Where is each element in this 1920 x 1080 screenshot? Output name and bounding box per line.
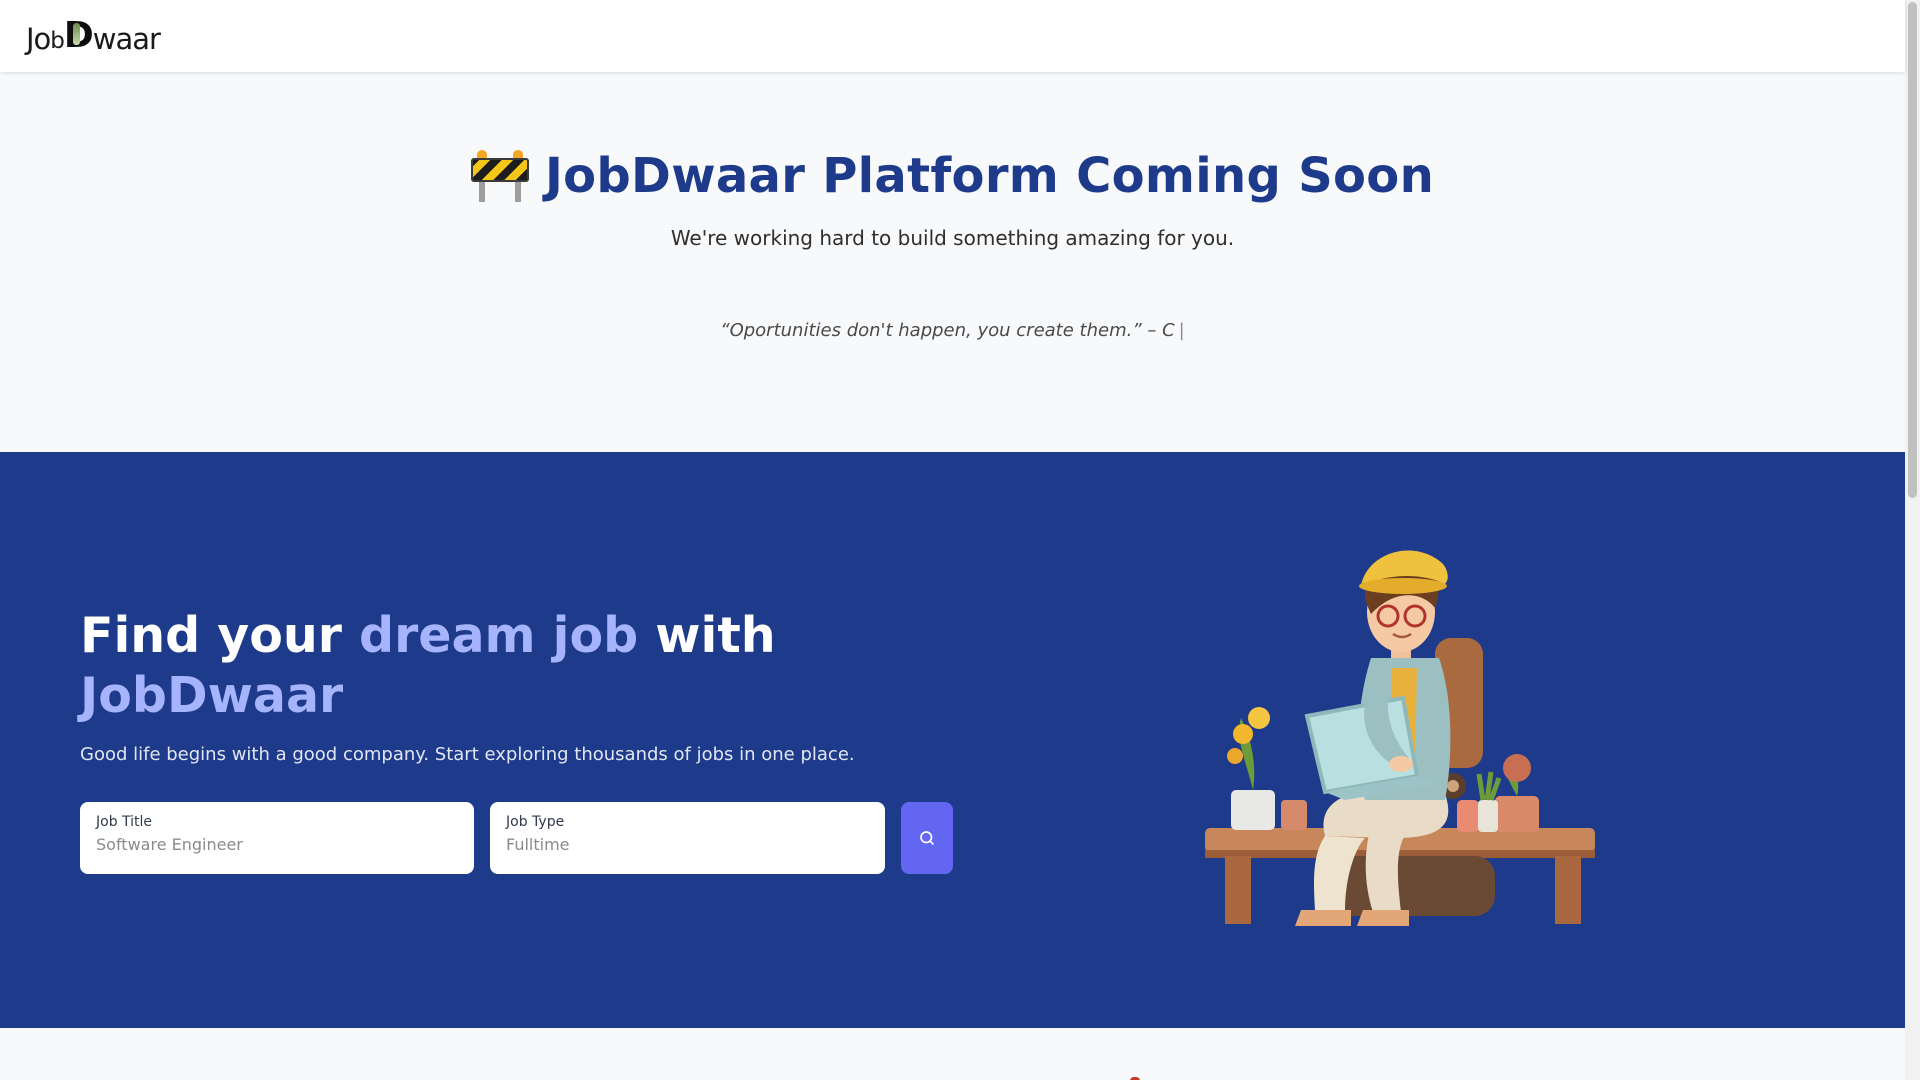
search-icon: [920, 831, 934, 845]
logo-text-waar: waar: [92, 22, 161, 56]
job-title-label: Job Title: [96, 814, 153, 830]
hero-title-accent-jobdwaar: JobDwaar: [80, 667, 344, 724]
jobdwaar-logo[interactable]: Jo b Dwaar: [26, 15, 161, 56]
construction-barrier-icon: [470, 150, 529, 202]
quote-text: “Oportunities don't happen, you create t…: [720, 320, 1175, 341]
hero-title: Find your dream job with JobDwaar: [80, 606, 880, 726]
job-title-field[interactable]: Job Title: [80, 802, 474, 874]
job-type-label: Job Type: [506, 814, 565, 830]
page-scrollbar[interactable]: [1905, 0, 1920, 1080]
typing-quote: “Oportunities don't happen, you create t…: [0, 320, 1905, 341]
coming-soon-title-row: JobDwaar Platform Coming Soon: [0, 148, 1905, 204]
hero-title-accent-dream-job: dream job: [359, 607, 639, 664]
logo-text-jo: Jo: [26, 22, 51, 56]
typing-caret: |: [1178, 320, 1185, 341]
next-section-top: [0, 1028, 1905, 1080]
coming-soon-subtitle: We're working hard to build something am…: [670, 226, 1235, 250]
scrollbar-thumb[interactable]: [1908, 2, 1917, 498]
top-navbar: Jo b Dwaar: [0, 0, 1905, 72]
developer-with-laptop-illustration: [1205, 550, 1595, 926]
logo-text-b: b: [50, 28, 65, 54]
coming-soon-heading: JobDwaar Platform Coming Soon: [544, 148, 1435, 204]
hero-title-part2: with: [638, 607, 776, 664]
search-button[interactable]: [901, 802, 953, 874]
job-type-input[interactable]: [506, 835, 869, 854]
job-type-field[interactable]: Job Type: [490, 802, 885, 874]
logo-text-d: D: [63, 15, 94, 56]
hero-section: Find your dream job with JobDwaar Good li…: [0, 452, 1905, 1028]
hero-description: Good life begins with a good company. St…: [80, 744, 855, 765]
job-title-input[interactable]: [96, 835, 458, 854]
coming-soon-section: JobDwaar Platform Coming Soon We're work…: [0, 72, 1905, 452]
hero-title-part1: Find your: [80, 607, 359, 664]
